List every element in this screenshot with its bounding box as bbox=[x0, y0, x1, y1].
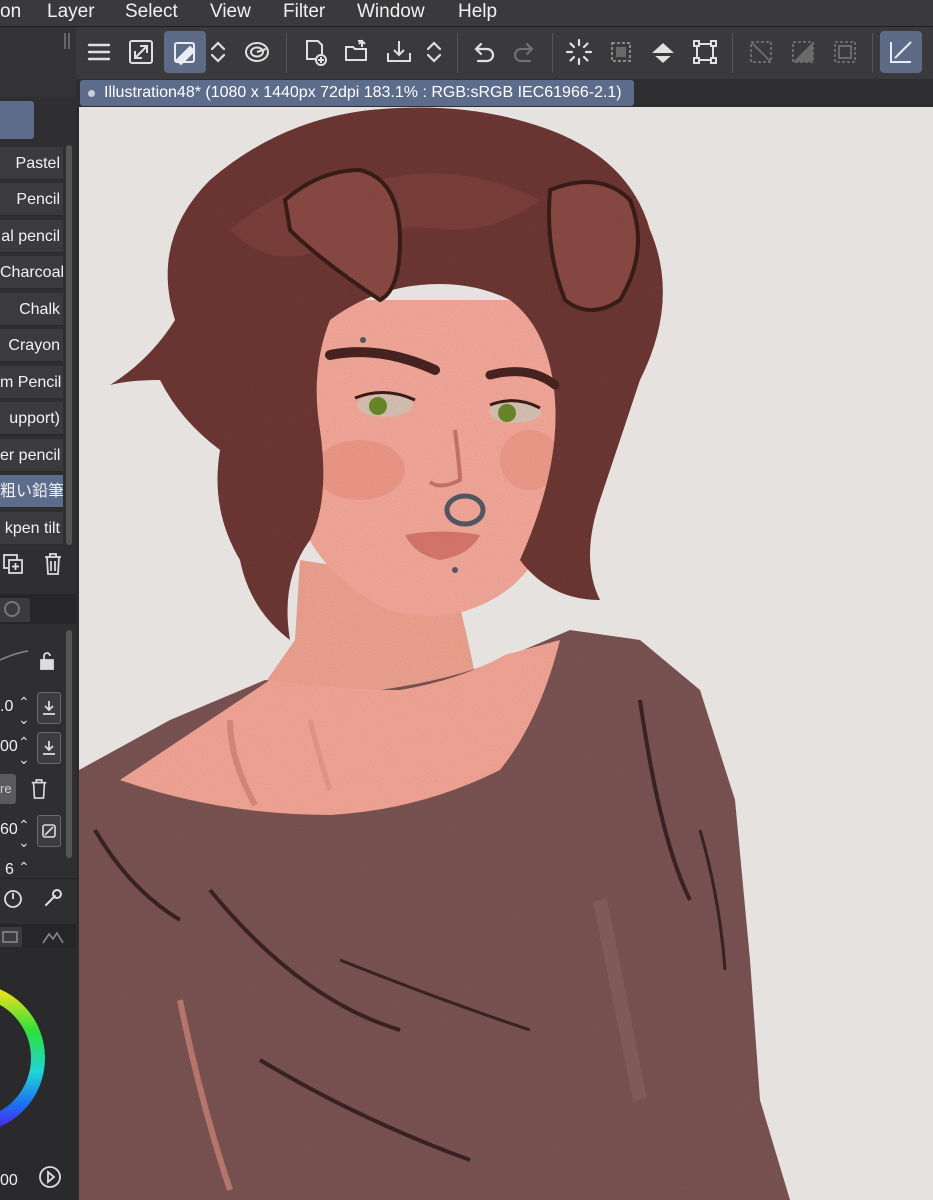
undo-icon[interactable] bbox=[462, 31, 504, 73]
menu-help[interactable]: Help bbox=[458, 0, 497, 26]
brush-stroke-preview-icon bbox=[0, 645, 30, 665]
texture-select[interactable]: re bbox=[0, 774, 16, 804]
stepper-up-icon[interactable]: ⌃ bbox=[18, 859, 30, 876]
redo-icon[interactable] bbox=[504, 31, 546, 73]
separator bbox=[457, 33, 458, 73]
brush-size-value[interactable]: .0 bbox=[0, 698, 13, 716]
command-bar bbox=[76, 27, 933, 80]
menu-bar: on Layer Select View Filter Window Help bbox=[0, 0, 933, 27]
separator bbox=[286, 33, 287, 73]
brush-list-scrollbar[interactable] bbox=[66, 145, 72, 545]
selection-frame-icon[interactable] bbox=[824, 31, 866, 73]
tab-close-dot-icon[interactable] bbox=[88, 89, 95, 97]
separator bbox=[552, 33, 553, 73]
spiral-icon[interactable] bbox=[236, 31, 278, 73]
color-wheel[interactable] bbox=[0, 948, 76, 1178]
fit-canvas-icon[interactable] bbox=[120, 31, 162, 73]
separator bbox=[732, 33, 733, 73]
transform-icon[interactable] bbox=[684, 31, 726, 73]
tool-property-tab[interactable] bbox=[0, 598, 30, 622]
sub-tool-tab[interactable] bbox=[0, 101, 34, 139]
menu-animation[interactable]: on bbox=[0, 0, 21, 26]
canvas-tab-title: Illustration48* (1080 x 1440px 72dpi 183… bbox=[104, 84, 622, 101]
property-row-density: 60 ⌃ ⌄ bbox=[0, 813, 64, 850]
brush-item[interactable]: Pencil bbox=[0, 183, 63, 216]
open-folder-icon[interactable] bbox=[336, 31, 378, 73]
brush-item[interactable]: kpen tilt bbox=[0, 512, 63, 545]
color-wheel-panel: 00 bbox=[0, 948, 76, 1200]
property-row-opacity: 00 ⌃ ⌄ bbox=[0, 730, 64, 767]
menu-layer[interactable]: Layer bbox=[47, 0, 95, 26]
menu-window[interactable]: Window bbox=[357, 0, 425, 26]
up-down-icon[interactable] bbox=[200, 31, 236, 73]
grip-icon[interactable] bbox=[64, 33, 66, 49]
brush-item[interactable]: m Pencil bbox=[0, 366, 63, 399]
brush-item[interactable]: Crayon bbox=[0, 329, 63, 362]
stabilization-value[interactable]: 6 bbox=[5, 861, 14, 879]
brush-item[interactable]: Charcoal bbox=[0, 256, 63, 289]
brush-item[interactable]: Chalk bbox=[0, 293, 63, 326]
duplicate-icon[interactable] bbox=[0, 550, 26, 578]
drawing-canvas[interactable] bbox=[79, 107, 933, 1200]
loading-spinner-icon[interactable] bbox=[558, 31, 600, 73]
up-down-icon[interactable] bbox=[416, 31, 452, 73]
stepper-icon[interactable]: ⌃ ⌄ bbox=[18, 694, 30, 728]
palette-bar bbox=[0, 27, 76, 97]
export-icon[interactable] bbox=[378, 31, 420, 73]
selection-icon[interactable] bbox=[600, 31, 642, 73]
property-scrollbar[interactable] bbox=[66, 630, 72, 858]
illustration bbox=[79, 107, 790, 1200]
tool-icon bbox=[4, 601, 20, 617]
invert-selection-icon[interactable] bbox=[782, 31, 824, 73]
disable-icon[interactable] bbox=[37, 815, 61, 847]
menu-select[interactable]: Select bbox=[125, 0, 178, 26]
download-icon[interactable] bbox=[37, 732, 61, 764]
deselect-icon[interactable] bbox=[740, 31, 782, 73]
opacity-value[interactable]: 00 bbox=[0, 738, 18, 756]
separator bbox=[872, 33, 873, 73]
gauge-icon[interactable] bbox=[0, 885, 26, 911]
wrench-icon[interactable] bbox=[40, 885, 66, 911]
tool-property-header bbox=[0, 594, 76, 624]
property-footer bbox=[0, 878, 76, 915]
play-icon[interactable] bbox=[37, 1164, 63, 1190]
menu-icon[interactable] bbox=[78, 31, 120, 73]
color-panel-tabs bbox=[0, 924, 76, 950]
trash-icon[interactable] bbox=[40, 550, 66, 578]
menu-view[interactable]: View bbox=[210, 0, 251, 26]
property-row-brush-size: .0 ⌃ ⌄ bbox=[0, 690, 64, 727]
property-row-texture: re bbox=[0, 772, 64, 806]
brush-item-selected[interactable]: 粗い鉛筆 bbox=[0, 475, 63, 508]
density-value[interactable]: 60 bbox=[0, 821, 18, 839]
brush-item[interactable]: upport) bbox=[0, 402, 63, 435]
menu-filter[interactable]: Filter bbox=[283, 0, 325, 26]
canvas-tab[interactable]: Illustration48* (1080 x 1440px 72dpi 183… bbox=[80, 80, 634, 106]
snap-icon[interactable] bbox=[880, 31, 922, 73]
download-icon[interactable] bbox=[37, 692, 61, 724]
new-file-icon[interactable] bbox=[294, 31, 336, 73]
color-value: 00 bbox=[0, 1172, 18, 1189]
color-set-tab-icon[interactable] bbox=[0, 927, 22, 947]
stepper-icon[interactable]: ⌃ ⌄ bbox=[18, 734, 30, 768]
trash-icon[interactable] bbox=[27, 776, 51, 802]
grip-icon[interactable] bbox=[68, 33, 70, 49]
stepper-icon[interactable]: ⌃ ⌄ bbox=[18, 817, 30, 851]
brush-item[interactable]: Pastel bbox=[0, 147, 63, 180]
mountain-tab-icon[interactable] bbox=[40, 927, 66, 947]
brush-item[interactable]: er pencil bbox=[0, 439, 63, 472]
lock-icon[interactable] bbox=[36, 650, 58, 672]
fill-icon[interactable] bbox=[642, 31, 684, 73]
brush-item[interactable]: al pencil bbox=[0, 220, 63, 253]
